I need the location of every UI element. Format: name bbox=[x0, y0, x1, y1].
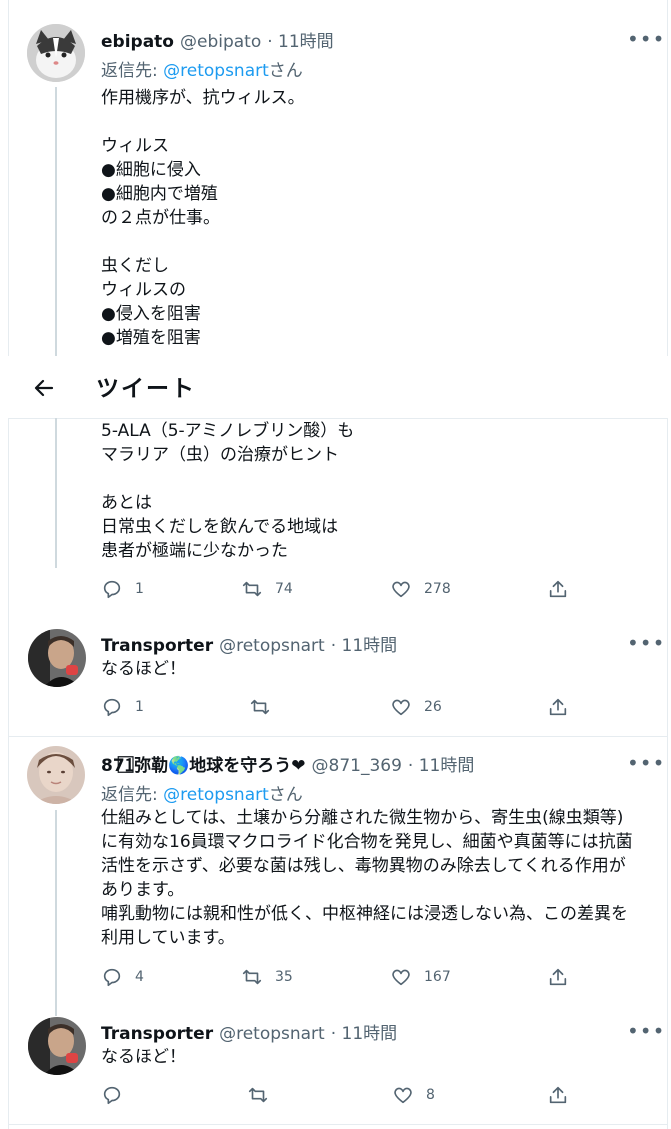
tweet-text: なるほど！ bbox=[101, 1047, 186, 1067]
retweet-button[interactable] bbox=[247, 1084, 281, 1106]
tweet-divider bbox=[8, 736, 668, 737]
reply-button[interactable]: 1 bbox=[101, 696, 144, 718]
like-button[interactable]: 26 bbox=[390, 696, 442, 718]
thread-line bbox=[55, 418, 57, 568]
reply-icon bbox=[103, 1086, 121, 1105]
tweet-header: Transporter @retopsnart · 11時間 bbox=[101, 1019, 397, 1044]
more-options-icon[interactable]: ••• bbox=[627, 633, 665, 653]
heart-icon bbox=[394, 1087, 412, 1104]
reply-suffix: さん bbox=[268, 61, 303, 81]
woman-avatar-icon bbox=[27, 746, 85, 804]
tweet-text: 作用機序が、抗ウィルス。 ウィルス ●細胞に侵入 ●細胞内で増殖 の２点が仕事。… bbox=[101, 88, 305, 348]
heart-icon bbox=[392, 581, 410, 598]
tweet-page-header: ツイート bbox=[8, 356, 668, 419]
reply-handle-link[interactable]: @retopsnart bbox=[163, 61, 269, 81]
share-icon bbox=[549, 968, 567, 986]
tweet-text-continued: 5-ALA（5-アミノレブリン酸）も マラリア（虫）の治療がヒント あとは 日常… bbox=[101, 421, 355, 561]
display-name[interactable]: 871⃞弥勒🌎地球を守ろう❤ bbox=[101, 751, 306, 776]
timestamp[interactable]: · 11時間 bbox=[267, 27, 333, 52]
thread-line bbox=[55, 810, 57, 1016]
reply-prefix: 返信先: bbox=[101, 785, 158, 805]
timestamp[interactable]: · 11時間 bbox=[331, 631, 397, 656]
retweet-button[interactable] bbox=[249, 696, 283, 718]
reply-count: 1 bbox=[135, 699, 144, 715]
retweet-icon bbox=[248, 1087, 268, 1103]
tweet-text: なるほど！ bbox=[101, 659, 186, 679]
tweet-header: 871⃞弥勒🌎地球を守ろう❤ @871_369 · 11時間 bbox=[101, 751, 474, 776]
back-arrow-icon[interactable] bbox=[32, 376, 56, 400]
retweet-icon bbox=[250, 699, 270, 715]
retweet-icon bbox=[242, 969, 262, 985]
timestamp[interactable]: · 11時間 bbox=[331, 1019, 397, 1044]
reply-icon bbox=[103, 698, 121, 717]
like-count: 26 bbox=[424, 699, 442, 715]
tweet-header: ebipato @ebipato · 11時間 bbox=[101, 27, 334, 52]
man-avatar-icon bbox=[28, 629, 86, 687]
heart-icon bbox=[392, 969, 410, 986]
like-count: 278 bbox=[424, 581, 451, 597]
like-button[interactable]: 278 bbox=[390, 578, 451, 600]
like-button[interactable]: 8 bbox=[392, 1084, 435, 1106]
reply-prefix: 返信先: bbox=[101, 61, 158, 81]
display-name[interactable]: Transporter bbox=[101, 1024, 213, 1044]
share-icon bbox=[549, 580, 567, 598]
reply-to: 返信先: @retopsnartさん bbox=[101, 56, 303, 81]
tweet-header: Transporter @retopsnart · 11時間 bbox=[101, 631, 397, 656]
reply-handle-link[interactable]: @retopsnart bbox=[163, 785, 269, 805]
retweet-button[interactable]: 74 bbox=[241, 578, 293, 600]
retweet-count: 74 bbox=[275, 581, 293, 597]
reply-suffix: さん bbox=[268, 785, 303, 805]
share-button[interactable] bbox=[547, 578, 569, 600]
reply-count: 1 bbox=[135, 581, 144, 597]
avatar-871-369[interactable] bbox=[27, 746, 85, 804]
handle[interactable]: @ebipato bbox=[180, 32, 261, 52]
tweet-divider bbox=[8, 1124, 668, 1125]
man-avatar-icon bbox=[28, 1017, 86, 1075]
retweet-button[interactable]: 35 bbox=[241, 966, 293, 988]
more-options-icon[interactable]: ••• bbox=[627, 753, 665, 773]
avatar-ebipato[interactable] bbox=[27, 24, 85, 82]
more-options-icon[interactable]: ••• bbox=[627, 1021, 665, 1041]
reply-button[interactable]: 4 bbox=[101, 966, 144, 988]
page-title: ツイート bbox=[96, 376, 196, 402]
timestamp[interactable]: · 11時間 bbox=[408, 751, 474, 776]
share-button[interactable] bbox=[547, 966, 569, 988]
like-count: 167 bbox=[424, 969, 451, 985]
cat-avatar-icon bbox=[27, 24, 85, 82]
handle[interactable]: @retopsnart bbox=[219, 636, 325, 656]
display-name[interactable]: Transporter bbox=[101, 636, 213, 656]
reply-to: 返信先: @retopsnartさん bbox=[101, 780, 303, 805]
tweet-text: 仕組みとしては、土壌から分離された微生物から、寄生虫(線虫類等)に有効な16員環… bbox=[101, 808, 633, 948]
like-count: 8 bbox=[426, 1087, 435, 1103]
reply-icon bbox=[103, 580, 121, 599]
share-icon bbox=[549, 1086, 567, 1104]
thread-line bbox=[55, 87, 57, 356]
reply-icon bbox=[103, 968, 121, 987]
avatar-transporter[interactable] bbox=[28, 629, 86, 687]
retweet-icon bbox=[242, 581, 262, 597]
reply-button[interactable]: 1 bbox=[101, 578, 144, 600]
reply-button[interactable] bbox=[101, 1084, 135, 1106]
retweet-count: 35 bbox=[275, 969, 293, 985]
handle[interactable]: @retopsnart bbox=[219, 1024, 325, 1044]
like-button[interactable]: 167 bbox=[390, 966, 451, 988]
share-icon bbox=[549, 698, 567, 716]
handle[interactable]: @871_369 bbox=[312, 756, 402, 776]
share-button[interactable] bbox=[547, 696, 569, 718]
avatar-transporter[interactable] bbox=[28, 1017, 86, 1075]
more-options-icon[interactable]: ••• bbox=[627, 29, 665, 49]
share-button[interactable] bbox=[547, 1084, 569, 1106]
display-name[interactable]: ebipato bbox=[101, 32, 174, 52]
heart-icon bbox=[392, 699, 410, 716]
reply-count: 4 bbox=[135, 969, 144, 985]
